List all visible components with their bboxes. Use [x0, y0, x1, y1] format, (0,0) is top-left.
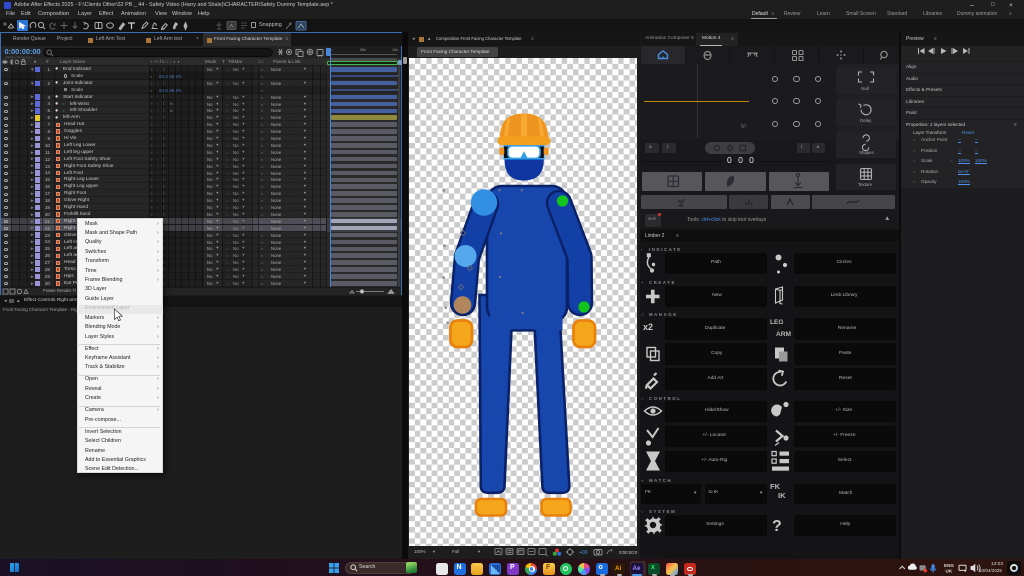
svg-text:UK: UK [946, 569, 953, 574]
svg-text:+00: +00 [579, 550, 588, 556]
svg-text:0:00:00:0: 0:00:00:0 [619, 550, 638, 555]
svg-text:ENG: ENG [944, 563, 954, 568]
svg-text:?: ? [772, 518, 782, 535]
